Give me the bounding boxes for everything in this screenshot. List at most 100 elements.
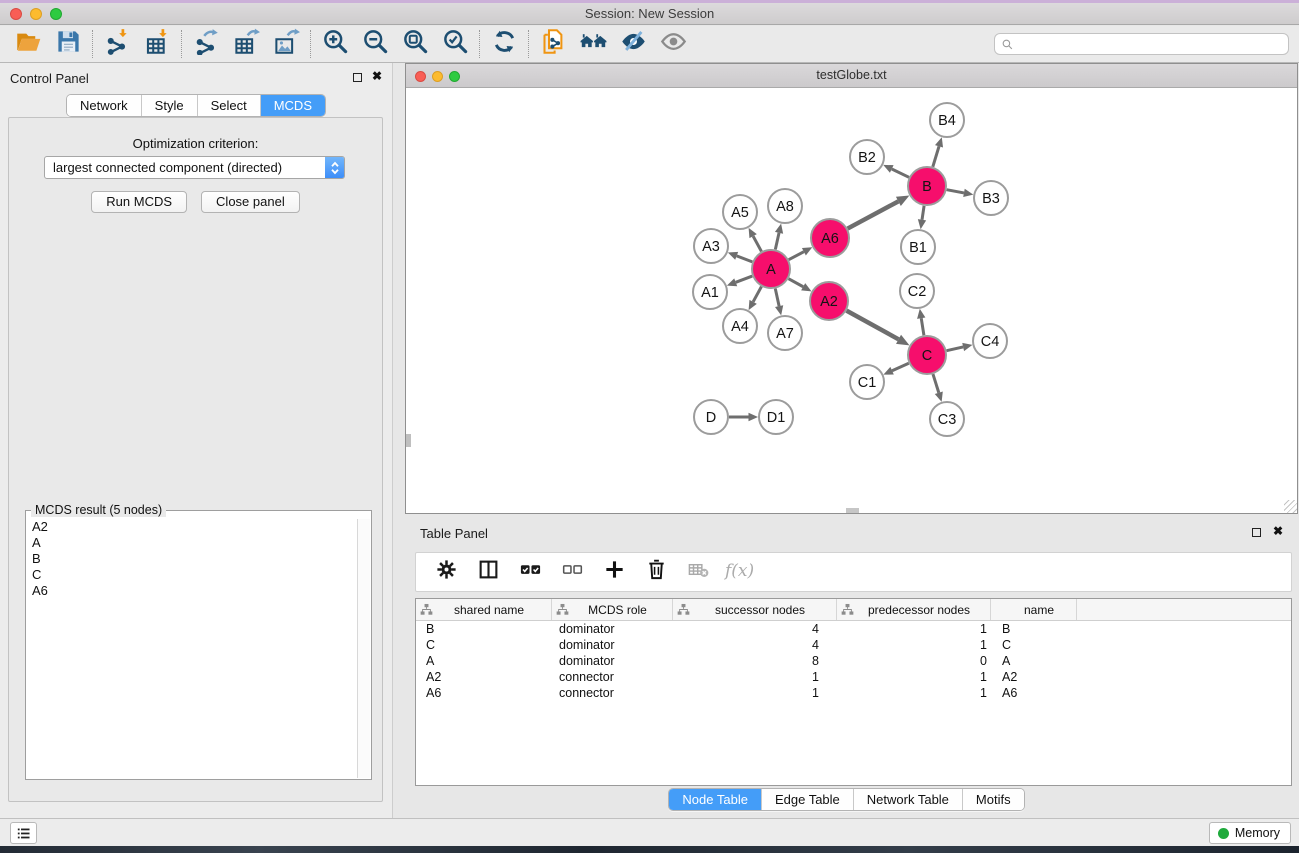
column-header-MCDS-role[interactable]: MCDS role <box>551 599 672 620</box>
edge-C-C1[interactable] <box>892 363 909 371</box>
edge-A-A1[interactable] <box>736 276 753 282</box>
edge-A-A3[interactable] <box>737 256 753 262</box>
table-float-icon[interactable] <box>1252 528 1261 537</box>
mcds-result-item[interactable]: A6 <box>26 583 357 599</box>
add-button[interactable] <box>600 558 628 586</box>
export-network-button[interactable] <box>190 29 222 59</box>
network-canvas[interactable]: B4 B2 B B3 A8 A5 A6 B1 A3 A C2 A1 A2 A4 A7 C4 C C1 C3 D D1 <box>406 88 1297 513</box>
import-table-button[interactable] <box>141 29 173 59</box>
close-panel-icon[interactable]: ✖ <box>372 69 382 83</box>
tab-style[interactable]: Style <box>141 95 197 116</box>
edge-B-B1[interactable] <box>922 206 924 220</box>
delete-button[interactable] <box>642 558 670 586</box>
table-row[interactable]: Bdominator41B <box>416 621 1291 637</box>
export-table-button[interactable] <box>230 29 262 59</box>
table-close-icon[interactable]: ✖ <box>1273 524 1283 538</box>
node-A8[interactable]: A8 <box>768 189 802 223</box>
node-B1[interactable]: B1 <box>901 230 935 264</box>
node-D[interactable]: D <box>694 400 728 434</box>
edge-B-B4[interactable] <box>933 146 939 167</box>
edge-A-A6[interactable] <box>789 252 804 260</box>
columns-button[interactable] <box>474 558 502 586</box>
node-C4[interactable]: C4 <box>973 324 1007 358</box>
run-mcds-button[interactable]: Run MCDS <box>91 191 187 213</box>
show-eye-button[interactable] <box>657 29 689 59</box>
save-button[interactable] <box>52 29 84 59</box>
node-A6[interactable]: A6 <box>811 219 849 257</box>
home-button[interactable] <box>577 29 609 59</box>
edge-C-C2[interactable] <box>921 318 924 335</box>
float-panel-icon[interactable] <box>353 73 362 82</box>
deselect-all-button[interactable] <box>558 558 586 586</box>
open-folder-button[interactable] <box>12 29 44 59</box>
resize-grip-icon[interactable] <box>1284 500 1297 513</box>
node-A1[interactable]: A1 <box>693 275 727 309</box>
table-tab-network-table[interactable]: Network Table <box>853 789 962 810</box>
function-button[interactable]: f(x) <box>726 558 754 586</box>
node-C1[interactable]: C1 <box>850 365 884 399</box>
close-panel-button[interactable]: Close panel <box>201 191 300 213</box>
search-box[interactable] <box>994 33 1289 55</box>
mcds-result-item[interactable]: C <box>26 567 357 583</box>
node-A3[interactable]: A3 <box>694 229 728 263</box>
zoom-out-button[interactable] <box>359 29 391 59</box>
node-A5[interactable]: A5 <box>723 195 757 229</box>
edge-B-B2[interactable] <box>892 169 909 177</box>
edge-C-C3[interactable] <box>933 374 939 393</box>
column-header-successor-nodes[interactable]: successor nodes <box>672 599 836 620</box>
node-C3[interactable]: C3 <box>930 402 964 436</box>
select-all-button[interactable] <box>516 558 544 586</box>
gear-button[interactable] <box>432 558 460 586</box>
edge-A6-B[interactable] <box>848 201 899 228</box>
search-input[interactable] <box>1018 37 1288 51</box>
mcds-result-item[interactable]: A <box>26 535 357 551</box>
node-A2[interactable]: A2 <box>810 282 848 320</box>
edge-A-A2[interactable] <box>789 279 804 287</box>
table-tab-edge-table[interactable]: Edge Table <box>761 789 853 810</box>
show-panels-button[interactable] <box>10 822 37 844</box>
result-scrollbar[interactable] <box>357 519 370 778</box>
refresh-button[interactable] <box>488 29 520 59</box>
mcds-result-item[interactable]: B <box>26 551 357 567</box>
zoom-in-button[interactable] <box>319 29 351 59</box>
edge-B-B3[interactable] <box>947 190 964 193</box>
zoom-fit-button[interactable] <box>399 29 431 59</box>
tab-network[interactable]: Network <box>67 95 141 116</box>
horizontal-scroll-thumb[interactable] <box>846 508 859 513</box>
column-header-name[interactable]: name <box>990 599 1076 620</box>
node-A7[interactable]: A7 <box>768 316 802 350</box>
column-header-predecessor-nodes[interactable]: predecessor nodes <box>836 599 990 620</box>
node-D1[interactable]: D1 <box>759 400 793 434</box>
node-C[interactable]: C <box>908 336 946 374</box>
edge-C-C4[interactable] <box>947 347 964 351</box>
delete-table-button[interactable] <box>684 558 712 586</box>
edge-A-A5[interactable] <box>753 236 761 251</box>
table-row[interactable]: A2connector11A2 <box>416 669 1291 685</box>
mcds-result-item[interactable]: A2 <box>26 519 357 535</box>
clone-network-button[interactable] <box>537 29 569 59</box>
column-header-shared-name[interactable]: shared name <box>416 599 551 620</box>
edge-A-A7[interactable] <box>775 289 779 307</box>
import-network-button[interactable] <box>101 29 133 59</box>
node-A4[interactable]: A4 <box>723 309 757 343</box>
table-tab-motifs[interactable]: Motifs <box>962 789 1024 810</box>
edge-A2-C[interactable] <box>847 311 899 340</box>
node-A[interactable]: A <box>752 250 790 288</box>
tab-select[interactable]: Select <box>197 95 260 116</box>
edge-A-A4[interactable] <box>753 287 761 302</box>
vertical-scroll-thumb[interactable] <box>406 434 411 447</box>
node-B3[interactable]: B3 <box>974 181 1008 215</box>
node-B4[interactable]: B4 <box>930 103 964 137</box>
tab-mcds[interactable]: MCDS <box>260 95 325 116</box>
table-row[interactable]: Adominator80A <box>416 653 1291 669</box>
node-B2[interactable]: B2 <box>850 140 884 174</box>
export-image-button[interactable] <box>270 29 302 59</box>
memory-button[interactable]: Memory <box>1209 822 1291 844</box>
table-row[interactable]: Cdominator41C <box>416 637 1291 653</box>
edge-A-A8[interactable] <box>775 233 779 250</box>
hide-panel-button[interactable] <box>617 29 649 59</box>
node-C2[interactable]: C2 <box>900 274 934 308</box>
node-B[interactable]: B <box>908 167 946 205</box>
table-tab-node-table[interactable]: Node Table <box>669 789 761 810</box>
zoom-selected-button[interactable] <box>439 29 471 59</box>
